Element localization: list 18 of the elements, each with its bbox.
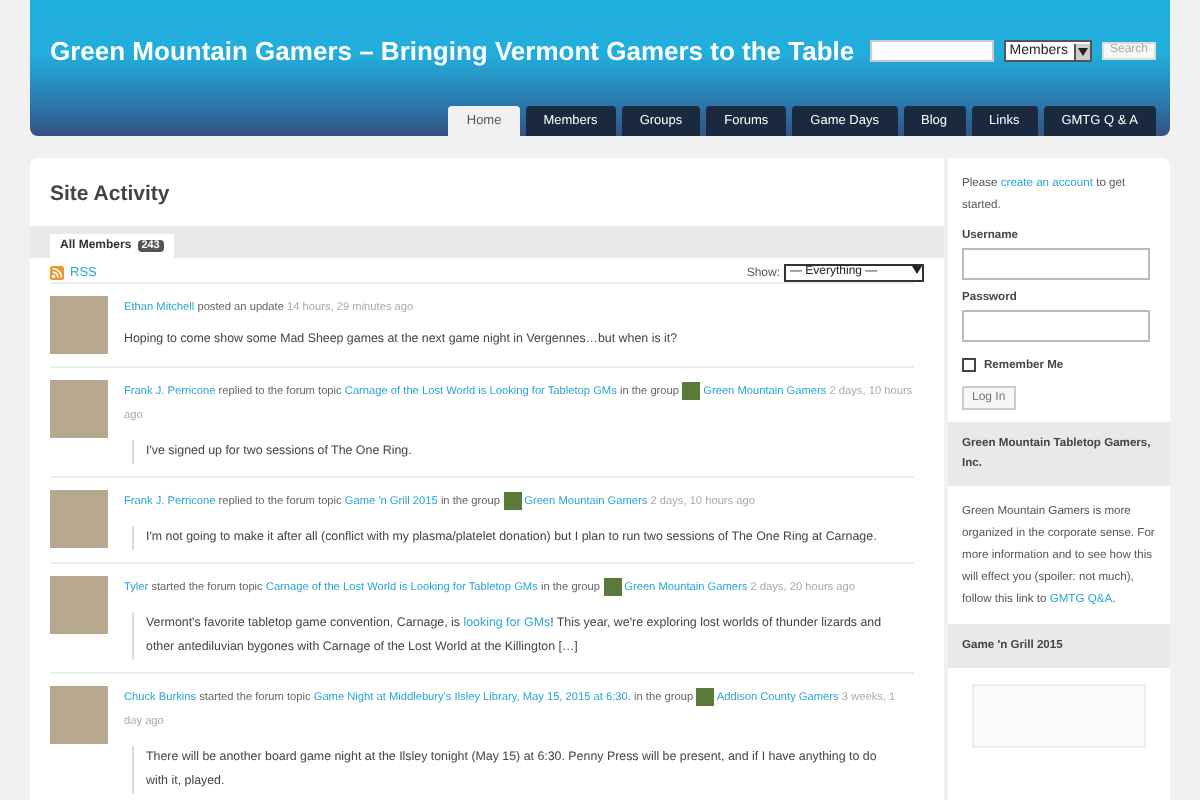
avatar[interactable] bbox=[50, 576, 108, 634]
group-avatar bbox=[503, 492, 522, 511]
page-title: Site Activity bbox=[48, 180, 172, 210]
search-field[interactable] bbox=[869, 40, 994, 62]
username-field[interactable] bbox=[962, 248, 1150, 280]
password-field[interactable] bbox=[962, 310, 1150, 342]
avatar[interactable] bbox=[50, 296, 108, 354]
avatar[interactable] bbox=[50, 686, 108, 744]
avatar[interactable] bbox=[50, 380, 108, 438]
site-title: Green Mountain Gamers – Bringing Vermont Gamers to the Table bbox=[50, 36, 855, 66]
group-avatar bbox=[603, 578, 622, 597]
caret-icon bbox=[1077, 47, 1088, 55]
avatar[interactable] bbox=[50, 490, 108, 548]
rss-icon bbox=[50, 266, 64, 280]
remember-checkbox[interactable] bbox=[962, 358, 976, 372]
caret-icon bbox=[912, 266, 922, 274]
group-avatar bbox=[682, 382, 701, 401]
group-avatar bbox=[696, 688, 715, 707]
